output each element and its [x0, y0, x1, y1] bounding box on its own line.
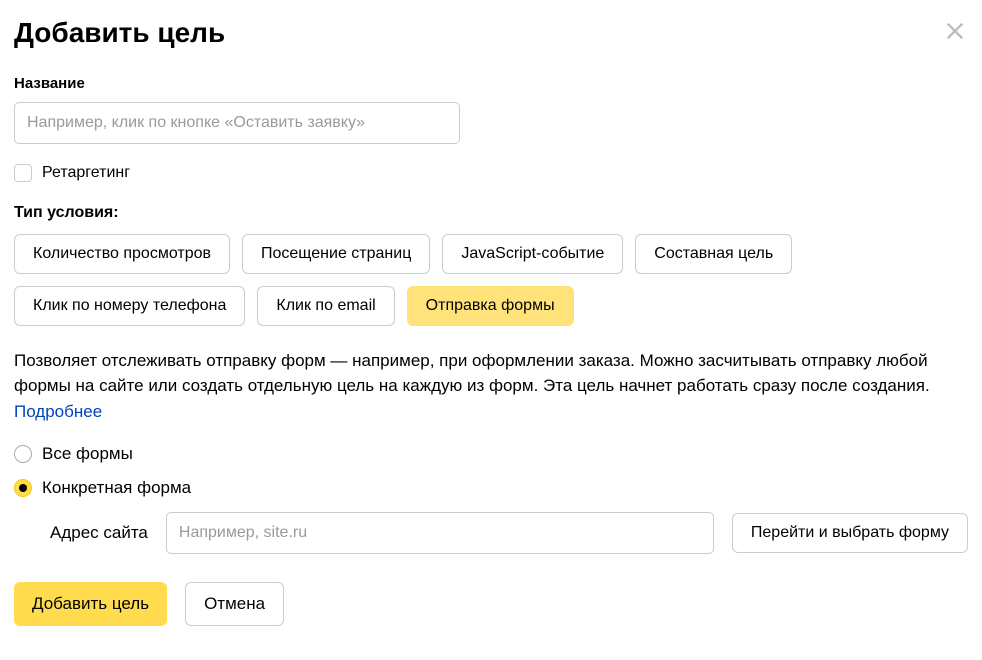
type-option-phone-click[interactable]: Клик по номеру телефона: [14, 286, 245, 326]
radio-all-forms[interactable]: [14, 445, 32, 463]
close-button[interactable]: [942, 18, 968, 44]
site-address-input[interactable]: [166, 512, 714, 554]
type-option-pagevisit[interactable]: Посещение страниц: [242, 234, 430, 274]
choose-form-button[interactable]: Перейти и выбрать форму: [732, 513, 968, 553]
type-option-composite[interactable]: Составная цель: [635, 234, 792, 274]
close-icon: [944, 20, 966, 42]
dialog-title: Добавить цель: [14, 18, 225, 49]
condition-type-label: Тип условия:: [14, 204, 968, 222]
cancel-button[interactable]: Отмена: [185, 582, 284, 626]
learn-more-link[interactable]: Подробнее: [14, 402, 102, 421]
site-address-label: Адрес сайта: [50, 523, 148, 543]
name-input[interactable]: [14, 102, 460, 144]
radio-specific-form-label[interactable]: Конкретная форма: [42, 478, 191, 498]
radio-specific-form[interactable]: [14, 479, 32, 497]
radio-all-forms-label[interactable]: Все формы: [42, 444, 133, 464]
name-label: Название: [14, 75, 968, 92]
type-option-form-submit[interactable]: Отправка формы: [407, 286, 574, 326]
condition-type-group: Количество просмотров Посещение страниц …: [14, 234, 968, 326]
retargeting-checkbox[interactable]: [14, 164, 32, 182]
retargeting-label[interactable]: Ретаргетинг: [42, 164, 130, 182]
type-option-views[interactable]: Количество просмотров: [14, 234, 230, 274]
type-option-jsevent[interactable]: JavaScript-событие: [442, 234, 623, 274]
description-text: Позволяет отслеживать отправку форм — на…: [14, 351, 930, 396]
condition-description: Позволяет отслеживать отправку форм — на…: [14, 348, 968, 425]
type-option-email-click[interactable]: Клик по email: [257, 286, 394, 326]
add-goal-button[interactable]: Добавить цель: [14, 582, 167, 626]
